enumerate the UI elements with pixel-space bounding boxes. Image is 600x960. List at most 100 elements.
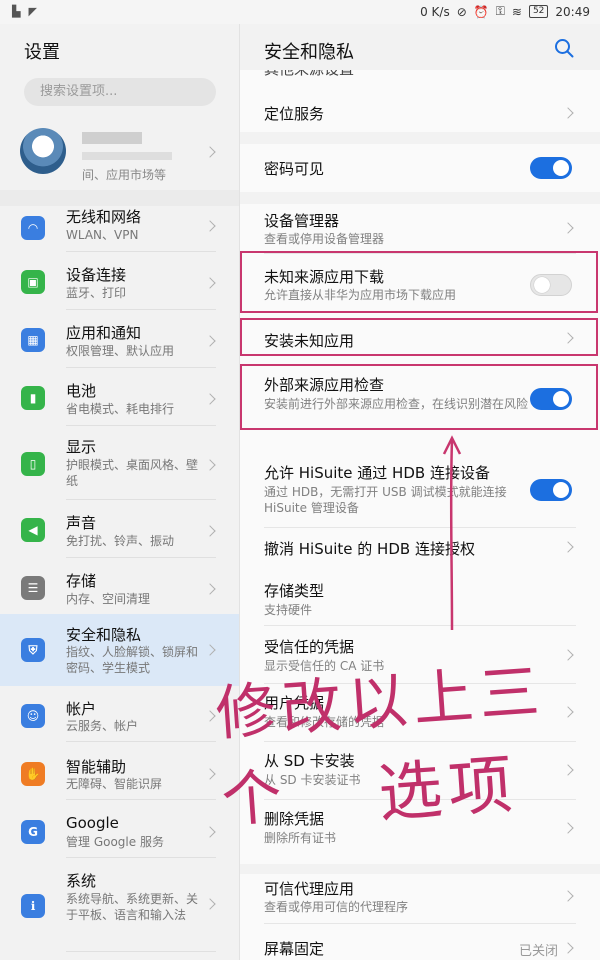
divider <box>66 367 216 368</box>
chevron-right-icon <box>204 768 216 780</box>
sidebar-item-label: 智能辅助 <box>66 758 127 776</box>
mute-icon: ⊘ <box>456 4 467 19</box>
chevron-right-icon <box>204 220 216 232</box>
sidebar-item-wireless[interactable]: ◠ 无线和网络 WLAN、VPN <box>0 206 239 252</box>
device-security-card: 设备管理器 查看或停用设备管理器 未知来源应用下载 允许直接从非华为应用市场下载… <box>240 204 600 600</box>
partial-row: 其他来源设置 <box>240 70 600 80</box>
screen-pinning-title: 屏幕固定 <box>264 940 325 958</box>
sidebar-item-display[interactable]: ▯ 显示 护眼模式、桌面风格、壁纸 <box>0 434 239 500</box>
sidebar-item-sub: 蓝牙、打印 <box>66 286 127 300</box>
chevron-right-icon <box>562 942 574 954</box>
sidebar-item-sub: 指纹、人脸解锁、锁屏和密码、学生模式 <box>66 645 199 675</box>
sidebar-item-sub: 权限管理、默认应用 <box>66 344 175 358</box>
settings-sidebar: 设置 搜索设置项... 间、应用市场等 ◠ 无线和网络 WLAN、VPN ▣ 设… <box>0 24 240 960</box>
storage-type-title: 存储类型 <box>264 582 325 600</box>
trusted-credentials-title: 受信任的凭据 <box>264 638 355 656</box>
notification-icon-2: ◤ <box>28 5 37 18</box>
chevron-right-icon <box>204 898 216 910</box>
handwritten-note-line2: 选项 <box>376 748 521 832</box>
divider <box>66 951 216 952</box>
device-admin-title: 设备管理器 <box>264 212 340 230</box>
search-icon[interactable] <box>554 38 574 58</box>
chevron-right-icon <box>204 644 216 656</box>
sidebar-item-sub: 管理 Google 服务 <box>66 835 164 849</box>
chevron-right-icon <box>562 541 574 553</box>
sidebar-item-label: 应用和通知 <box>66 324 142 342</box>
sidebar-item-sub: 免打扰、铃声、振动 <box>66 534 175 548</box>
sidebar-item-security[interactable]: ⛨ 安全和隐私 指纹、人脸解锁、锁屏和密码、学生模式 <box>0 614 239 686</box>
hisuite-hdb-toggle[interactable] <box>530 479 572 501</box>
page-title: 安全和隐私 <box>264 42 354 63</box>
apps-icon: ▦ <box>21 328 45 352</box>
password-visible-label: 密码可见 <box>264 160 325 178</box>
sidebar-item-device-connection[interactable]: ▣ 设备连接 蓝牙、打印 <box>0 260 239 310</box>
chevron-right-icon <box>562 332 574 344</box>
hisuite-hdb-sub: 通过 HDB，无需打开 USB 调试模式就能连接 HiSuite 管理设备 <box>264 485 507 515</box>
divider <box>264 253 576 254</box>
chevron-right-icon <box>562 222 574 234</box>
sidebar-item-storage[interactable]: ☰ 存储 内存、空间清理 <box>0 566 239 616</box>
search-input[interactable]: 搜索设置项... <box>24 78 216 106</box>
divider <box>66 425 216 426</box>
location-card: 其他来源设置 定位服务 <box>240 70 600 132</box>
battery-icon: ▮ <box>21 386 45 410</box>
sidebar-item-sub: 系统导航、系统更新、关于平板、语言和输入法 <box>66 892 199 922</box>
password-visible-row[interactable]: 密码可见 <box>240 144 600 192</box>
external-source-check-row[interactable]: 外部来源应用检查 安装前进行外部来源应用检查，在线识别潜在风险 <box>240 368 600 436</box>
sidebar-item-system[interactable]: ℹ 系统 系统导航、系统更新、关于平板、语言和输入法 <box>0 866 239 952</box>
sidebar-item-label: 系统 <box>66 872 97 890</box>
sidebar-item-account[interactable]: ☺ 帐户 云服务、帐户 <box>0 692 239 742</box>
external-source-check-sub: 安装前进行外部来源应用检查，在线识别潜在风险 <box>264 397 529 411</box>
trust-agents-sub: 查看或停用可信的代理程序 <box>264 900 409 914</box>
storage-icon: ☰ <box>21 576 45 600</box>
clock: 20:49 <box>555 4 590 19</box>
google-icon: G <box>21 820 45 844</box>
install-unknown-apps-row[interactable]: 安装未知应用 <box>240 320 600 360</box>
device-connection-icon: ▣ <box>21 270 45 294</box>
storage-type-row[interactable]: 存储类型 支持硬件 <box>240 568 600 626</box>
shield-icon: ⛨ <box>21 638 45 662</box>
sidebar-item-apps[interactable]: ▦ 应用和通知 权限管理、默认应用 <box>0 318 239 368</box>
system-icon: ℹ <box>21 894 45 918</box>
storage-type-sub: 支持硬件 <box>264 603 313 617</box>
chevron-right-icon <box>562 107 574 119</box>
chevron-right-icon <box>204 525 216 537</box>
unknown-source-download-toggle[interactable] <box>530 274 572 296</box>
unknown-source-download-sub: 允许直接从非华为应用市场下载应用 <box>264 288 457 302</box>
status-right: 0 K/s ⊘ ⏰ ⚿ ≋ 52 20:49 <box>420 4 590 19</box>
sidebar-item-google[interactable]: G Google 管理 Google 服务 <box>0 808 239 858</box>
notification-icons: ▙ ◤ <box>12 5 37 18</box>
sidebar-item-battery[interactable]: ▮ 电池 省电模式、耗电排行 <box>0 376 239 426</box>
divider <box>66 251 216 252</box>
chevron-right-icon <box>204 393 216 405</box>
divider <box>66 309 216 310</box>
wifi-icon: ◠ <box>21 216 45 240</box>
screen-pinning-row[interactable]: 屏幕固定 已关闭 <box>240 924 600 960</box>
section-divider <box>0 190 239 206</box>
password-visible-toggle[interactable] <box>530 157 572 179</box>
trust-agents-row[interactable]: 可信代理应用 查看或停用可信的代理程序 <box>240 874 600 924</box>
device-admin-row[interactable]: 设备管理器 查看或停用设备管理器 <box>240 204 600 254</box>
sidebar-item-sub: 无障碍、智能识屏 <box>66 777 163 791</box>
status-bar: ▙ ◤ 0 K/s ⊘ ⏰ ⚿ ≋ 52 20:49 <box>0 0 600 24</box>
sound-icon: ◀ <box>21 518 45 542</box>
sidebar-item-smart-assist[interactable]: ✋ 智能辅助 无障碍、智能识屏 <box>0 750 239 800</box>
unknown-source-download-row[interactable]: 未知来源应用下载 允许直接从非华为应用市场下载应用 <box>240 258 600 310</box>
revoke-hdb-row[interactable]: 撤消 HiSuite 的 HDB 连接授权 <box>240 528 600 572</box>
account-profile[interactable]: 间、应用市场等 <box>0 116 239 190</box>
location-service-row[interactable]: 定位服务 <box>240 80 600 130</box>
hisuite-hdb-row[interactable]: 允许 HiSuite 通过 HDB 连接设备 通过 HDB，无需打开 USB 调… <box>240 446 600 528</box>
battery-indicator: 52 <box>528 5 549 18</box>
trust-agents-title: 可信代理应用 <box>264 880 355 898</box>
external-source-check-toggle[interactable] <box>530 388 572 410</box>
sidebar-item-label: 显示 <box>66 438 97 456</box>
network-speed: 0 K/s <box>420 4 450 19</box>
partial-row-title: 其他来源设置 <box>264 70 354 79</box>
sidebar-item-label: 设备连接 <box>66 266 127 284</box>
sidebar-title: 设置 <box>24 42 60 63</box>
redacted-name <box>82 132 142 144</box>
chevron-right-icon <box>204 583 216 595</box>
chevron-right-icon <box>204 459 216 471</box>
sidebar-item-sound[interactable]: ◀ 声音 免打扰、铃声、振动 <box>0 508 239 558</box>
revoke-hdb-label: 撤消 HiSuite 的 HDB 连接授权 <box>264 540 475 558</box>
